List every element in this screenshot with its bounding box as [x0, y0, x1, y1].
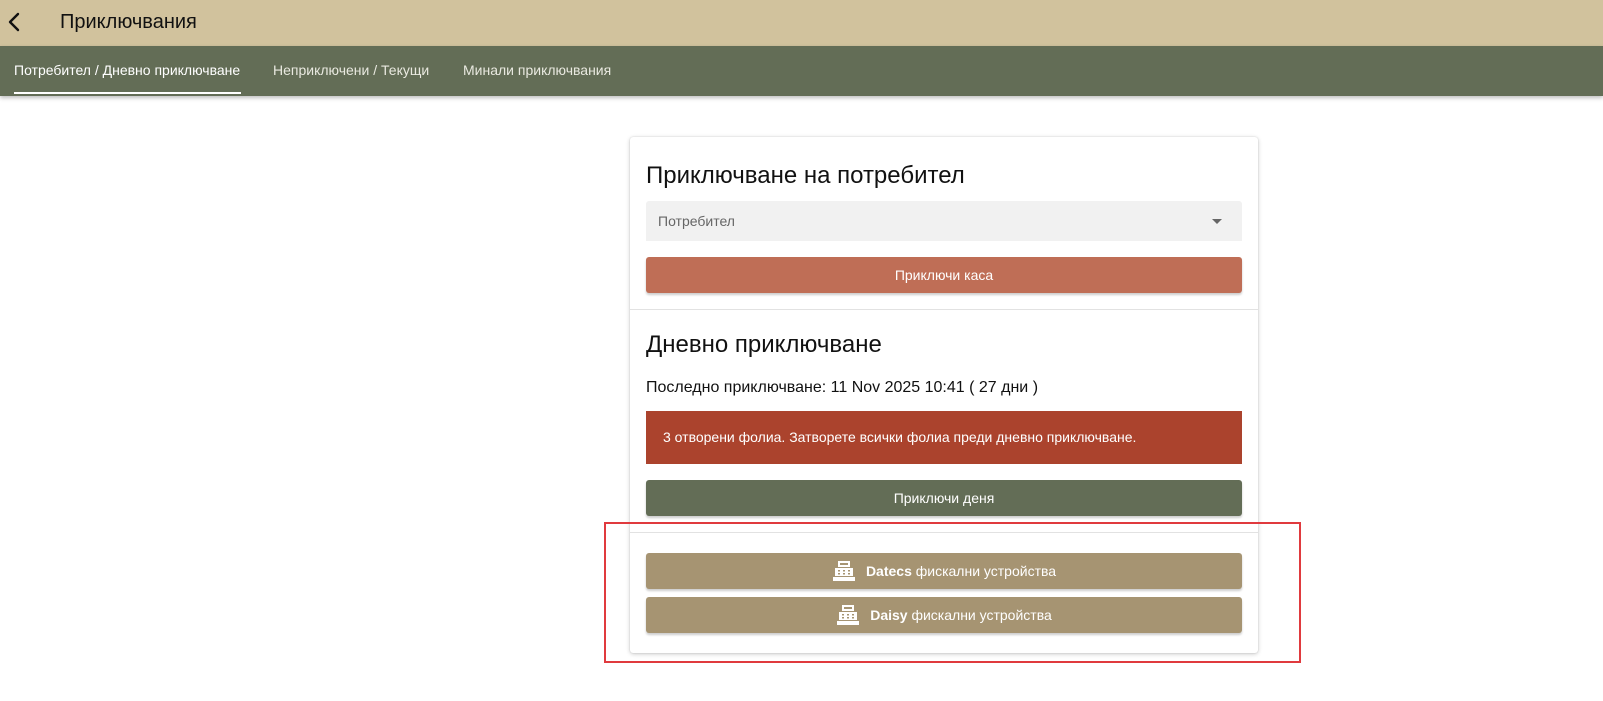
dropdown-arrow-icon — [1212, 219, 1222, 224]
back-button[interactable] — [4, 8, 34, 38]
chevron-left-icon — [8, 12, 20, 32]
app-header: Приключвания — [0, 0, 1603, 46]
tab-bar: Потребител / Дневно приключване Неприклю… — [0, 46, 1603, 96]
user-select[interactable]: Потребител — [646, 201, 1242, 241]
close-register-button[interactable]: Приключи каса — [646, 257, 1242, 293]
daisy-brand: Daisy — [870, 607, 908, 623]
daisy-fiscal-button[interactable]: Daisy фискални устройства — [646, 597, 1242, 633]
open-folios-alert: 3 отворени фолиа. Затворете всички фолиа… — [646, 411, 1242, 464]
user-close-title: Приключване на потребител — [646, 162, 965, 189]
cash-register-icon — [832, 561, 855, 581]
active-tab-indicator — [14, 92, 241, 94]
daisy-suffix: фискални устройства — [911, 607, 1052, 623]
datecs-suffix: фискални устройства — [915, 563, 1057, 579]
divider — [630, 309, 1258, 310]
last-close-info: Последно приключване: 11 Nov 2025 10:41 … — [646, 379, 1039, 396]
tab-unclosed-current[interactable]: Неприключени / Текущи — [273, 46, 429, 96]
divider — [630, 532, 1258, 533]
datecs-brand: Datecs — [865, 563, 912, 579]
tab-user-daily-close[interactable]: Потребител / Дневно приключване — [14, 46, 240, 96]
page-title: Приключвания — [60, 11, 197, 33]
cash-register-icon — [837, 605, 860, 625]
daily-close-title: Дневно приключване — [646, 331, 882, 358]
close-day-button[interactable]: Приключи деня — [646, 480, 1242, 516]
tab-past-closures[interactable]: Минали приключвания — [463, 46, 611, 96]
datecs-fiscal-button[interactable]: Datecs фискални устройства — [646, 553, 1242, 589]
closing-card: Приключване на потребител Потребител При… — [630, 137, 1258, 653]
user-select-placeholder: Потребител — [658, 213, 735, 229]
